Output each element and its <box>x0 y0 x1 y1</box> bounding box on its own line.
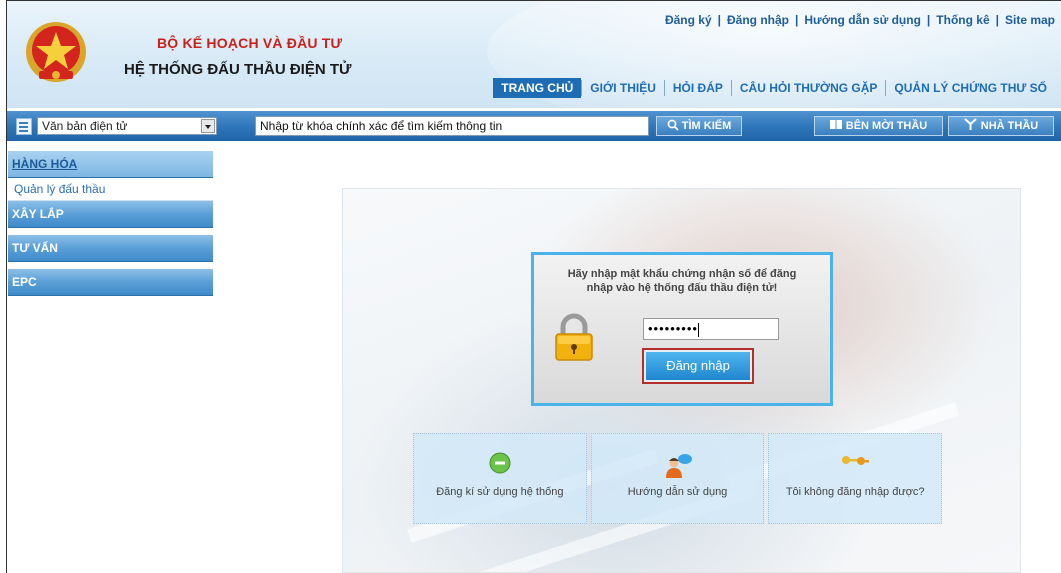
system-title: HỆ THỐNG ĐẤU THẦU ĐIỆN TỬ <box>124 61 352 78</box>
quick-link-cannot-login-label: Tôi không đăng nhập được? <box>785 486 925 498</box>
text-caret <box>697 322 699 337</box>
statistics-link[interactable]: Thống kê <box>936 13 989 27</box>
login-message-line1: Hãy nhập mật khẩu chứng nhận số để đăng <box>567 268 797 280</box>
contractor-button[interactable]: NHÀ THẦU <box>948 116 1054 136</box>
padlock-icon <box>555 313 593 361</box>
quick-link-user-guide[interactable]: Hướng dẫn sử dụng <box>590 433 765 524</box>
top-links: Đăng ký | Đăng nhập | Hướng dẫn sử dụng | Thốn… <box>665 13 1055 27</box>
separator: | <box>926 13 931 27</box>
quick-link-register-label: Đăng kí sử dụng hệ thống <box>436 486 564 498</box>
contractor-icon <box>964 118 977 130</box>
nav-qa[interactable]: HỎI ĐÁP <box>665 78 731 98</box>
search-button[interactable]: TÌM KIẾM <box>656 116 742 136</box>
site-header: BỘ KẾ HOẠCH VÀ ĐẦU TƯ HỆ THỐNG ĐẤU THẦU … <box>7 1 1061 108</box>
nav-home[interactable]: TRANG CHỦ <box>493 78 582 98</box>
register-icon <box>489 452 511 474</box>
nav-certificate-management[interactable]: QUẢN LÝ CHỨNG THƯ SỐ <box>886 78 1055 98</box>
register-link[interactable]: Đăng ký <box>665 13 712 27</box>
login-button[interactable]: Đăng nhập <box>642 348 754 384</box>
login-button-label: Đăng nhập <box>646 352 750 380</box>
category-sidebar: HÀNG HÓA Quản lý đấu thầu XÂY LẮP TƯ VẤN… <box>8 151 213 303</box>
login-message-line2: nhập vào hệ thống đấu thầu điện tử! <box>586 282 778 294</box>
password-field[interactable]: ••••••••• <box>643 318 779 340</box>
procuring-entity-label: BÊN MỜI THẦU <box>845 120 928 132</box>
quick-link-user-guide-label: Hướng dẫn sử dụng <box>627 486 728 498</box>
document-type-value: Văn bản điện tử <box>42 119 128 133</box>
document-icon <box>16 118 32 135</box>
search-input[interactable]: Nhập từ khóa chính xác để tìm kiếm thông… <box>255 116 649 136</box>
quick-link-register[interactable]: Đăng kí sử dụng hệ thống <box>413 433 587 524</box>
national-emblem-icon <box>26 22 86 82</box>
contractor-label: NHÀ THẦU <box>980 120 1039 132</box>
login-box: Hãy nhập mật khẩu chứng nhận số để đăng … <box>531 252 833 406</box>
separator: | <box>717 13 721 27</box>
category-consulting[interactable]: TƯ VẤN <box>8 235 213 262</box>
login-message: Hãy nhập mật khẩu chứng nhận số để đăng … <box>534 267 830 295</box>
password-mask: ••••••••• <box>648 321 698 336</box>
main-nav: TRANG CHỦ GIỚI THIỆU HỎI ĐÁP CÂU HỎI THƯ… <box>493 78 1055 98</box>
book-icon <box>829 120 842 129</box>
quick-link-cannot-login[interactable]: Tôi không đăng nhập được? <box>768 433 943 524</box>
sitemap-link[interactable]: Site map <box>1005 13 1055 27</box>
nav-faq[interactable]: CÂU HỎI THƯỜNG GẶP <box>732 78 886 98</box>
sidebar-item-bid-management[interactable]: Quản lý đấu thầu <box>8 178 213 201</box>
search-icon <box>667 119 679 131</box>
search-button-label: TÌM KIẾM <box>681 120 732 132</box>
category-construction[interactable]: XÂY LẮP <box>8 201 213 228</box>
category-epc[interactable]: EPC <box>8 269 213 296</box>
login-link[interactable]: Đăng nhập <box>727 13 789 27</box>
separator: | <box>995 13 999 27</box>
nav-about[interactable]: GIỚI THIỆU <box>582 78 664 98</box>
chevron-down-icon[interactable] <box>201 119 215 133</box>
ministry-title: BỘ KẾ HOẠCH VÀ ĐẦU TƯ <box>157 35 343 51</box>
user-guide-icon <box>665 454 692 478</box>
procuring-entity-button[interactable]: BÊN MỜI THẦU <box>814 116 943 136</box>
separator: | <box>794 13 799 27</box>
category-goods[interactable]: HÀNG HÓA <box>8 151 213 178</box>
user-guide-link[interactable]: Hướng dẫn sử dụng <box>804 13 921 27</box>
quick-links: Đăng kí sử dụng hệ thống Hướng dẫn sử dụ… <box>413 433 943 524</box>
keys-icon <box>842 456 870 465</box>
search-bar: Văn bản điện tử Nhập từ khóa chính xác đ… <box>7 111 1061 141</box>
document-type-select[interactable]: Văn bản điện tử <box>37 117 217 135</box>
